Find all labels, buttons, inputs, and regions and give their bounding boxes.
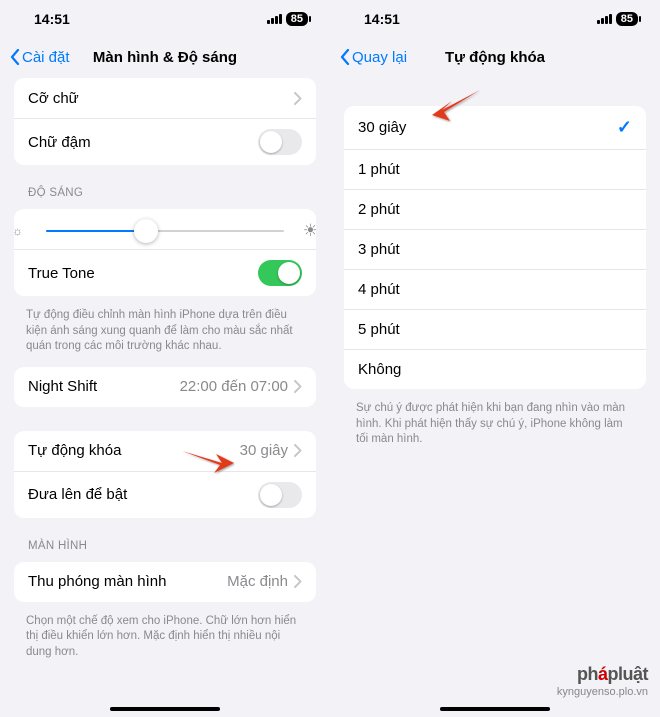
header-display: MÀN HÌNH (0, 524, 330, 556)
row-true-tone[interactable]: True Tone (14, 249, 316, 296)
chevron-right-icon (294, 575, 302, 588)
nav-bar: Quay lại Tự động khóa (330, 38, 660, 76)
back-label: Cài đặt (22, 49, 70, 66)
annotation-arrow (180, 445, 235, 475)
phone-auto-lock: 14:51 85 Quay lại Tự động khóa 30 giây ✓ (330, 0, 660, 717)
sun-max-icon: ☀ (303, 221, 316, 241)
label-raise-to-wake: Đưa lên để bật (28, 486, 127, 503)
chevron-left-icon (340, 49, 350, 65)
watermark-sub: kynguyenso.plo.vn (557, 686, 648, 699)
status-time: 14:51 (34, 11, 70, 27)
footer-true-tone: Tự động điều chỉnh màn hình iPhone dựa t… (0, 302, 330, 361)
cellular-icon (597, 14, 612, 24)
row-raise-to-wake[interactable]: Đưa lên để bật (14, 471, 316, 518)
option-label: 30 giây (358, 119, 406, 136)
value-night-shift: 22:00 đến 07:00 (180, 378, 288, 395)
header-brightness: ĐỘ SÁNG (0, 171, 330, 203)
option-label: 1 phút (358, 161, 400, 178)
label-true-tone: True Tone (28, 265, 95, 282)
back-button[interactable]: Quay lại (340, 49, 407, 66)
chevron-left-icon (10, 49, 20, 65)
back-button[interactable]: Cài đặt (10, 49, 70, 66)
status-bar: 14:51 85 (330, 0, 660, 38)
label-display-zoom: Thu phóng màn hình (28, 573, 166, 590)
footer-auto-lock: Sự chú ý được phát hiện khi bạn đang nhì… (330, 395, 660, 454)
status-time: 14:51 (364, 11, 400, 27)
chevron-right-icon (294, 444, 302, 457)
value-display-zoom: Mặc định (227, 573, 288, 590)
chevron-right-icon (294, 92, 302, 105)
toggle-true-tone[interactable] (258, 260, 302, 286)
toggle-raise-to-wake[interactable] (258, 482, 302, 508)
nav-bar: Cài đặt Màn hình & Độ sáng (0, 38, 330, 76)
option-label: Không (358, 361, 401, 378)
row-display-zoom[interactable]: Thu phóng màn hình Mặc định (14, 562, 316, 602)
cellular-icon (267, 14, 282, 24)
row-text-size[interactable]: Cỡ chữ (14, 78, 316, 118)
option-label: 5 phút (358, 321, 400, 338)
status-bar: 14:51 85 (0, 0, 330, 38)
option-2min[interactable]: 2 phút (344, 189, 646, 229)
option-never[interactable]: Không (344, 349, 646, 389)
option-label: 2 phút (358, 201, 400, 218)
watermark: phápluật kynguyenso.plo.vn (557, 664, 648, 699)
checkmark-icon: ✓ (617, 117, 632, 138)
option-4min[interactable]: 4 phút (344, 269, 646, 309)
annotation-arrow (430, 88, 485, 123)
option-label: 4 phút (358, 281, 400, 298)
label-auto-lock: Tự động khóa (28, 442, 121, 459)
back-label: Quay lại (352, 49, 407, 66)
footer-display-zoom: Chọn một chế độ xem cho iPhone. Chữ lớn … (0, 608, 330, 667)
phone-display-settings: 14:51 85 Cài đặt Màn hình & Độ sáng Cỡ c… (0, 0, 330, 717)
value-auto-lock: 30 giây (240, 442, 288, 459)
option-3min[interactable]: 3 phút (344, 229, 646, 269)
row-brightness-slider[interactable]: ☼ ☀ (14, 209, 316, 249)
battery-icon: 85 (286, 12, 308, 26)
battery-icon: 85 (616, 12, 638, 26)
option-5min[interactable]: 5 phút (344, 309, 646, 349)
home-indicator (440, 707, 550, 711)
label-bold-text: Chữ đậm (28, 134, 91, 151)
label-night-shift: Night Shift (28, 378, 97, 395)
row-auto-lock[interactable]: Tự động khóa 30 giây (14, 431, 316, 471)
status-right: 85 (597, 12, 638, 26)
option-1min[interactable]: 1 phút (344, 149, 646, 189)
option-30s[interactable]: 30 giây ✓ (344, 106, 646, 149)
row-night-shift[interactable]: Night Shift 22:00 đến 07:00 (14, 367, 316, 407)
row-bold-text[interactable]: Chữ đậm (14, 118, 316, 165)
home-indicator (110, 707, 220, 711)
brightness-slider[interactable] (46, 230, 284, 233)
option-label: 3 phút (358, 241, 400, 258)
toggle-bold-text[interactable] (258, 129, 302, 155)
sun-min-icon: ☼ (14, 224, 23, 238)
label-text-size: Cỡ chữ (28, 90, 79, 107)
chevron-right-icon (294, 380, 302, 393)
status-right: 85 (267, 12, 308, 26)
